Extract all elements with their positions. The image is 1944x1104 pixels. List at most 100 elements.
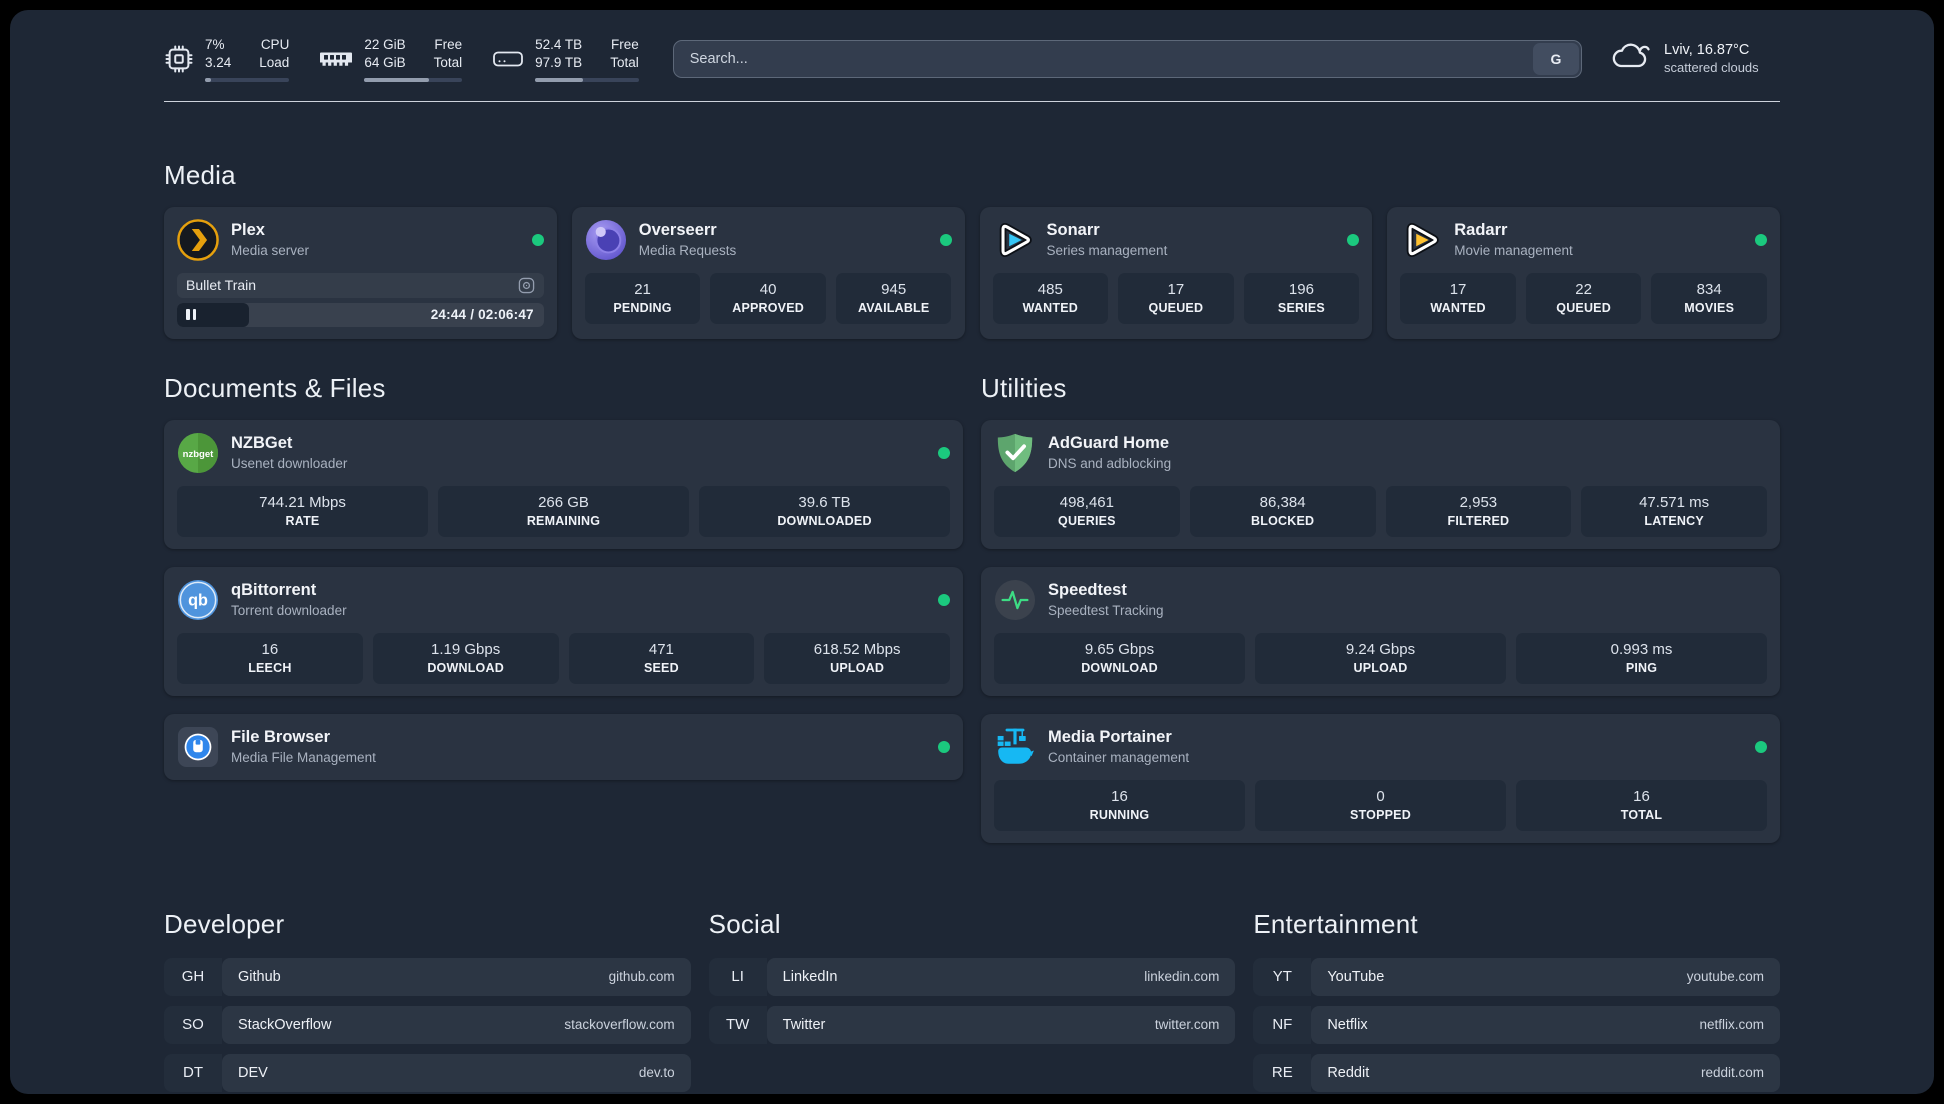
stat-seed: 471 SEED: [568, 632, 755, 684]
service-desc: Torrent downloader: [231, 603, 347, 619]
status-dot: [938, 446, 950, 459]
service-card-radarr[interactable]: Radarr Movie management 17 WANTED 22 QUEUE…: [1387, 206, 1780, 339]
memory-values: 22 GiB 64 GiB: [364, 37, 406, 70]
service-card-speedtest[interactable]: Speedtest Speedtest Tracking 9.65 Gbps DO…: [981, 566, 1780, 696]
service-card-plex[interactable]: Plex Media server Bullet Train 24:44 / 0…: [164, 206, 557, 339]
stat-running: 16 RUNNING: [994, 779, 1245, 831]
cpu-icon: [164, 44, 194, 74]
resource-widget-disk: 52.4 TB 97.9 TB Free Total: [492, 36, 639, 82]
service-card-sonarr[interactable]: Sonarr Series management 485 WANTED 17 QUE…: [979, 206, 1373, 339]
bookmark-dev[interactable]: DT DEV dev.to: [164, 1053, 691, 1092]
service-card-adguard[interactable]: AdGuard Home DNS and adblocking 498,461 Q…: [981, 419, 1780, 549]
service-card-nzbget[interactable]: nzbget NZBGet Usenet downloader 744.21 M…: [164, 419, 963, 549]
bookmark-abbr: NF: [1253, 1005, 1312, 1044]
now-playing-icon: [518, 277, 535, 294]
section-utilities: Utilities AdGuard Home DNS and adblockin…: [981, 373, 1780, 843]
stat-wanted: 485 WANTED: [992, 272, 1109, 324]
status-dot: [939, 233, 952, 246]
bookmark-youtube[interactable]: YT YouTube youtube.com: [1253, 957, 1780, 996]
service-name: Sonarr: [1046, 221, 1100, 240]
service-card-overseerr[interactable]: Overseerr Media Requests 21 PENDING 40 APP…: [571, 206, 965, 339]
stat-filtered: 2,953 FILTERED: [1385, 485, 1572, 537]
bookmark-stackoverflow[interactable]: SO StackOverflow stackoverflow.com: [164, 1005, 691, 1044]
stat-downloaded: 39.6 TB DOWNLOADED: [699, 485, 950, 537]
qbittorrent-icon: qb: [177, 579, 219, 621]
pause-icon[interactable]: [186, 309, 196, 321]
service-card-portainer[interactable]: Media Portainer Container management 16 R…: [981, 713, 1780, 843]
bookmark-url: netflix.com: [1699, 1017, 1764, 1033]
section-title-social: Social: [708, 908, 781, 939]
section-documents: Documents & Files nzbget NZBGet Usenet d…: [164, 373, 963, 843]
bookmark-name: Twitter: [782, 1016, 826, 1033]
weather-widget: Lviv, 16.87°C scattered clouds: [1610, 40, 1780, 77]
topbar-divider: [164, 100, 1780, 102]
service-card-filebrowser[interactable]: File Browser Media File Management: [164, 713, 963, 780]
service-desc: Series management: [1046, 243, 1168, 259]
section-title-developer: Developer: [164, 908, 285, 939]
service-name: Plex: [231, 221, 265, 240]
stat-latency: 47.571 ms LATENCY: [1581, 485, 1767, 537]
stat-leech: 16 LEECH: [177, 632, 363, 684]
bookmark-twitter[interactable]: TW Twitter twitter.com: [708, 1005, 1236, 1044]
bookmark-github[interactable]: GH Github github.com: [164, 957, 691, 996]
section-title-entertainment: Entertainment: [1253, 908, 1418, 939]
stat-blocked: 86,384 BLOCKED: [1189, 485, 1376, 537]
stat-queued: 22 QUEUED: [1525, 272, 1642, 324]
service-card-qbittorrent[interactable]: qb qBittorrent Torrent downloader 16 LEE…: [164, 566, 963, 696]
search-input[interactable]: [672, 39, 1582, 78]
service-name: Overseerr: [638, 221, 717, 240]
bookmark-name: YouTube: [1327, 968, 1385, 985]
bookmark-reddit[interactable]: RE Reddit reddit.com: [1253, 1053, 1780, 1092]
stat-series: 196 SERIES: [1243, 272, 1360, 324]
section-title-documents: Documents & Files: [164, 372, 386, 403]
service-name: Speedtest: [1048, 581, 1127, 600]
bookmark-netflix[interactable]: NF Netflix netflix.com: [1253, 1005, 1780, 1044]
bookmark-abbr: DT: [164, 1053, 222, 1092]
stat-queries: 498,461 QUERIES: [994, 485, 1180, 537]
stat-upload: 618.52 Mbps UPLOAD: [764, 632, 950, 684]
bookmark-url: dev.to: [638, 1065, 675, 1081]
status-dot: [938, 740, 950, 753]
playback-time: 24:44 / 02:06:47: [430, 307, 534, 323]
service-desc: DNS and adblocking: [1048, 456, 1172, 472]
stat-queued: 17 QUEUED: [1118, 272, 1234, 324]
memory-labels: Free Total: [433, 37, 463, 70]
service-name: Radarr: [1454, 221, 1508, 240]
bookmark-group-developer: Developer GH Github github.com SO StackOv…: [164, 909, 691, 1094]
service-desc: Speedtest Tracking: [1048, 603, 1164, 619]
disk-usage-bar: [535, 77, 639, 82]
stat-download: 1.19 Gbps DOWNLOAD: [372, 632, 559, 684]
stat-upload: 9.24 Gbps UPLOAD: [1255, 632, 1506, 684]
bookmark-url: youtube.com: [1686, 969, 1764, 985]
section-title-media: Media: [164, 159, 236, 190]
service-desc: Movie management: [1454, 243, 1573, 259]
search-provider-button[interactable]: G: [1533, 42, 1579, 75]
bookmark-url: linkedin.com: [1144, 969, 1220, 985]
status-dot: [1755, 233, 1767, 246]
bookmark-linkedin[interactable]: LI LinkedIn linkedin.com: [708, 957, 1236, 996]
service-desc: Media server: [231, 243, 310, 259]
cpu-values: 7% 3.24: [205, 37, 232, 70]
stat-approved: 40 APPROVED: [710, 272, 826, 324]
service-name: AdGuard Home: [1048, 434, 1170, 453]
stat-total: 16 TOTAL: [1516, 779, 1767, 831]
overseerr-icon: [585, 219, 627, 261]
bookmark-url: stackoverflow.com: [564, 1017, 675, 1033]
weather-location-temp: Lviv, 16.87°C: [1664, 42, 1750, 59]
status-dot: [1347, 233, 1360, 246]
stat-movies: 834 MOVIES: [1651, 272, 1767, 324]
section-media: Media Plex Media server Bullet Train 24:…: [164, 160, 1780, 339]
bookmark-name: LinkedIn: [782, 968, 838, 985]
bookmark-abbr: SO: [164, 1005, 222, 1044]
cpu-usage-bar: [205, 77, 290, 82]
service-desc: Media Requests: [638, 243, 737, 259]
adguard-icon: [994, 432, 1036, 474]
svg-text:nzbget: nzbget: [183, 448, 215, 459]
stat-stopped: 0 STOPPED: [1255, 779, 1506, 831]
memory-usage-bar: [364, 77, 463, 82]
bookmark-name: Netflix: [1327, 1016, 1368, 1033]
playback-progress-bar: 24:44 / 02:06:47: [177, 302, 544, 327]
dashboard-page: 7% 3.24 CPU Load 22 GiB 64 GiB Free Tota…: [10, 10, 1934, 1094]
bookmark-group-entertainment: Entertainment YT YouTube youtube.com NF N…: [1253, 909, 1780, 1094]
disk-labels: Free Total: [610, 37, 639, 70]
